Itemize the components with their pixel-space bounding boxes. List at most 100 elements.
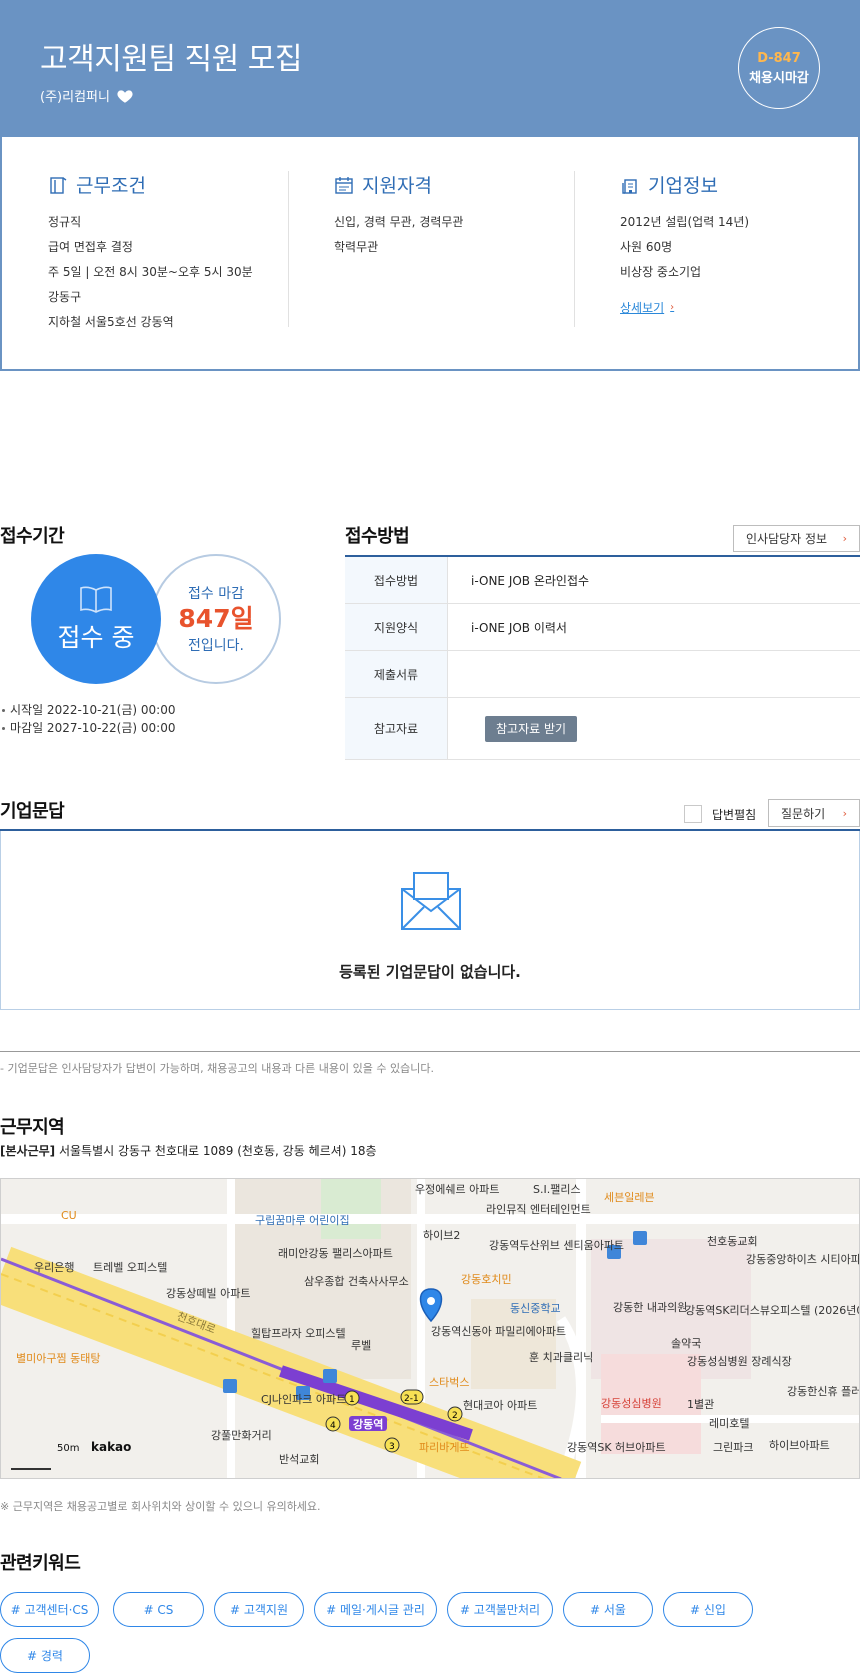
- map-place[interactable]: 루벨: [351, 1339, 371, 1352]
- chevron-right-icon: ›: [842, 532, 847, 545]
- hr-contact-label: 인사담당자 정보: [746, 532, 828, 546]
- map-place[interactable]: 강동한신휴 플러스아파트: [787, 1385, 860, 1398]
- status-text: 접수 중: [57, 623, 135, 652]
- map-place[interactable]: 레미호텔: [709, 1417, 749, 1430]
- map-place[interactable]: CJ나인파크 아파트: [261, 1393, 346, 1406]
- map-place[interactable]: 강풀만화거리: [211, 1429, 272, 1442]
- map-place[interactable]: 현대코아 아파트: [463, 1399, 537, 1412]
- map-place[interactable]: 강동중앙하이츠 시티아파트: [746, 1252, 860, 1266]
- company-info-title: 기업정보: [648, 175, 718, 197]
- map-place[interactable]: 우리은행: [34, 1261, 74, 1274]
- map-place[interactable]: 강동한 내과의원: [613, 1301, 687, 1314]
- deadline-prefix: 접수 마감: [188, 586, 244, 602]
- map-place[interactable]: 강동역SK리더스뷰오피스텔 (2026년08월예정): [685, 1304, 860, 1317]
- chevron-right-icon: ›: [670, 302, 675, 313]
- qa-section-title: 기업문답: [0, 801, 65, 822]
- map-place[interactable]: 강동성심병원 장례식장: [687, 1355, 792, 1368]
- map-place[interactable]: 강동역신동아 파밀리에아파트: [431, 1325, 566, 1338]
- table-row: 지원양식 i-ONE JOB 이력서: [345, 604, 860, 651]
- map-place[interactable]: 삼우종합 건축사사무소: [304, 1275, 409, 1288]
- map-place[interactable]: 훈 치과클리닉: [529, 1351, 593, 1364]
- map-place[interactable]: CU: [61, 1209, 77, 1222]
- map-place[interactable]: 세븐일레븐: [604, 1190, 655, 1204]
- expand-answers-checkbox[interactable]: [684, 805, 702, 823]
- address-label: [본사근무]: [0, 1144, 56, 1158]
- reference-download-button[interactable]: 참고자료 받기: [485, 715, 578, 742]
- company-name[interactable]: (주)리컴퍼니: [40, 86, 110, 105]
- map-place[interactable]: 1별관: [687, 1398, 714, 1411]
- company-name-row: (주)리컴퍼니: [40, 86, 134, 105]
- condition-item: 급여 면접후 결정: [48, 240, 133, 254]
- map-place[interactable]: 강동역SK 허브아파트: [567, 1441, 666, 1454]
- keyword-tag[interactable]: # 고객지원: [214, 1592, 304, 1627]
- map-place[interactable]: 구립꿈마루 어린이집: [255, 1214, 350, 1227]
- qualifications: 지원자격 신입, 경력 무관, 경력무관 학력무관: [334, 171, 463, 260]
- map-place[interactable]: 별미아구찜 동태탕: [16, 1352, 100, 1365]
- map-place[interactable]: 하이브2: [423, 1228, 460, 1242]
- map-scale: 50m: [57, 1443, 79, 1454]
- hr-contact-button[interactable]: 인사담당자 정보 ›: [733, 525, 860, 552]
- condition-item: 강동구: [48, 290, 82, 304]
- table-row: 참고자료 참고자료 받기: [345, 698, 860, 760]
- condition-item: 주 5일 | 오전 8시 30분~오후 5시 30분: [48, 265, 253, 279]
- map-place[interactable]: 트레벨 오피스텔: [93, 1261, 167, 1274]
- qualification-item: 학력무관: [334, 240, 379, 254]
- location-map[interactable]: 천호대로 강동역 1 4 3 2 2-1 구립꿈마루 어린이집 래미안강동 팰리…: [0, 1178, 860, 1479]
- door-icon: [50, 176, 67, 194]
- dday-label: 채용시마감: [749, 70, 809, 86]
- map-place[interactable]: 파리바게뜨: [419, 1441, 470, 1454]
- expand-answers-toggle[interactable]: 답변펼침: [684, 805, 756, 823]
- map-place[interactable]: 힐탑프라자 오피스텔: [251, 1327, 346, 1340]
- map-place[interactable]: 래미안강동 팰리스아파트: [278, 1247, 393, 1260]
- job-title: 고객지원팀 직원 모집: [40, 42, 302, 77]
- method-section-title: 접수방법: [345, 526, 410, 547]
- map-place[interactable]: 스타벅스: [429, 1376, 469, 1389]
- envelope-icon: [401, 872, 461, 930]
- qualifications-title: 지원자격: [362, 175, 432, 197]
- kakao-logo: kakao: [91, 1440, 131, 1454]
- job-header: 고객지원팀 직원 모집 (주)리컴퍼니 D-847 채용시마감: [0, 0, 860, 137]
- work-conditions: 근무조건 정규직 급여 면접후 결정 주 5일 | 오전 8시 30분~오후 5…: [48, 171, 253, 335]
- heart-icon[interactable]: [116, 87, 134, 105]
- keyword-tag[interactable]: # 서울: [563, 1592, 653, 1627]
- start-date: 시작일 2022-10-21(금) 00:00: [0, 701, 175, 719]
- keyword-tag[interactable]: # 경력: [0, 1638, 90, 1673]
- map-place[interactable]: 천호동교회: [707, 1234, 758, 1248]
- table-row: 제출서류: [345, 651, 860, 698]
- map-place[interactable]: 하이브아파트: [769, 1438, 830, 1452]
- deadline-circle: 접수 마감 847일 전입니다.: [151, 554, 281, 684]
- keyword-tag[interactable]: # 고객센터·CS: [0, 1592, 99, 1627]
- keyword-tag[interactable]: # 메일·게시글 관리: [314, 1592, 437, 1627]
- column-divider: [288, 171, 289, 327]
- end-date: 마감일 2027-10-22(금) 00:00: [0, 719, 175, 737]
- map-canvas[interactable]: 천호대로 강동역 1 4 3 2 2-1 구립꿈마루 어린이집 래미안강동 팰리…: [1, 1179, 860, 1479]
- map-place[interactable]: 동신중학교: [510, 1302, 561, 1315]
- company-detail-link[interactable]: 상세보기 ›: [620, 299, 674, 316]
- table-key: 제출서류: [345, 651, 448, 697]
- keyword-tag[interactable]: # 고객불만처리: [447, 1592, 553, 1627]
- map-place[interactable]: S.I.팰리스: [533, 1183, 581, 1196]
- dday-badge: D-847 채용시마감: [738, 27, 820, 109]
- map-place[interactable]: 우정에쉐르 아파트: [415, 1183, 499, 1196]
- svg-text:2: 2: [452, 1411, 458, 1421]
- svg-text:3: 3: [389, 1442, 395, 1452]
- map-station-label: 강동역: [353, 1417, 383, 1431]
- map-place[interactable]: 솔약국: [671, 1336, 701, 1350]
- building-icon: [622, 178, 637, 194]
- map-place[interactable]: 그린파크: [713, 1441, 753, 1454]
- keyword-tag[interactable]: # 신입: [663, 1592, 753, 1627]
- ask-question-button[interactable]: 질문하기 ›: [768, 799, 860, 827]
- table-key: 접수방법: [345, 557, 448, 603]
- deadline-days: 847일: [178, 604, 254, 633]
- map-place[interactable]: 강동역두산위브 센티움아파트: [489, 1239, 624, 1252]
- map-place[interactable]: 반석교회: [279, 1453, 319, 1466]
- map-place[interactable]: 강동호치민: [461, 1273, 512, 1286]
- table-key: 참고자료: [345, 698, 448, 759]
- map-place[interactable]: 강동상떼빌 아파트: [166, 1287, 250, 1300]
- job-summary-box: 근무조건 정규직 급여 면접후 결정 주 5일 | 오전 8시 30분~오후 5…: [0, 137, 860, 371]
- condition-item: 정규직: [48, 215, 82, 229]
- map-place[interactable]: 강동성심병원: [601, 1397, 662, 1410]
- dday-count: D-847: [757, 50, 801, 66]
- map-place[interactable]: 라인뮤직 엔터테인먼트: [486, 1203, 591, 1216]
- keyword-tag[interactable]: # CS: [113, 1592, 204, 1627]
